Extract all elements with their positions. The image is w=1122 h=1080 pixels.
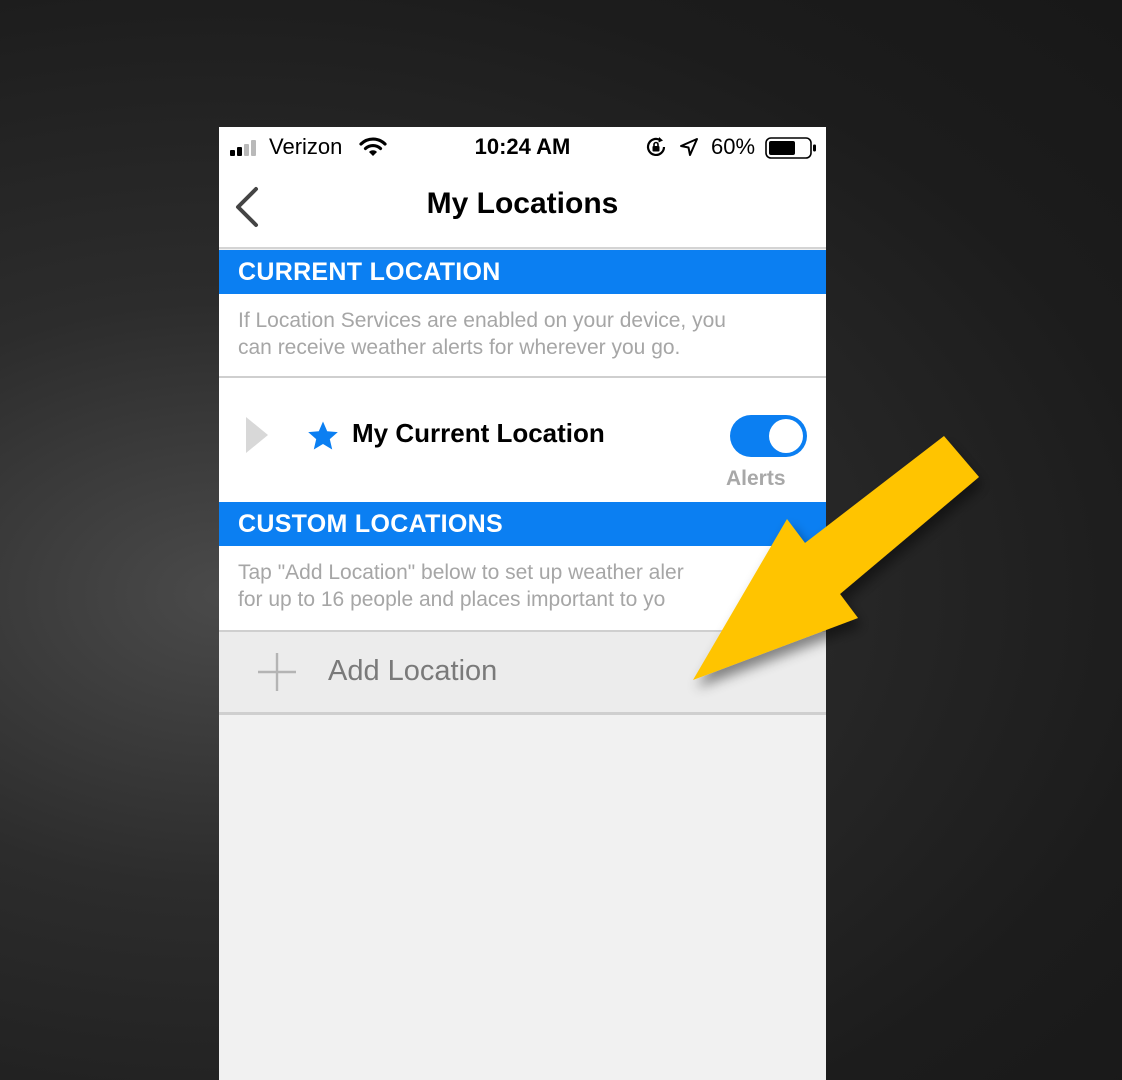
alerts-toggle[interactable] <box>730 415 807 457</box>
location-services-icon <box>680 138 698 156</box>
my-current-location-label: My Current Location <box>352 418 605 448</box>
custom-locations-hint: Tap "Add Location" below to set up weath… <box>219 546 826 632</box>
page-title: My Locations <box>426 187 619 220</box>
current-location-hint: If Location Services are enabled on your… <box>219 294 826 378</box>
plus-icon <box>258 653 296 691</box>
battery-percentage: 60% <box>711 134 756 159</box>
hint-line: If Location Services are enabled on your… <box>238 309 726 332</box>
hint-line: can receive weather alerts for wherever … <box>238 336 681 359</box>
add-location-label: Add Location <box>328 655 498 687</box>
toggle-knob <box>769 419 803 453</box>
navigation-bar: My Locations <box>219 167 826 249</box>
custom-locations-header: CUSTOM LOCATIONS <box>219 502 826 546</box>
alerts-label: Alerts <box>726 467 786 490</box>
phone-screen: Verizon 10:24 AM 60% My Locations CURREN… <box>219 127 826 1080</box>
rotation-lock-icon <box>646 137 666 156</box>
add-location-button[interactable]: Add Location <box>219 632 826 715</box>
hint-line: Tap "Add Location" below to set up weath… <box>238 561 684 584</box>
hint-line: for up to 16 people and places important… <box>238 588 666 611</box>
expand-triangle-icon[interactable] <box>245 416 269 454</box>
star-icon <box>308 421 338 450</box>
status-bar: Verizon 10:24 AM 60% <box>219 127 826 167</box>
my-current-location-row[interactable]: My Current Location Alerts <box>219 378 826 502</box>
current-location-header: CURRENT LOCATION <box>219 250 826 294</box>
battery-icon <box>765 137 816 159</box>
